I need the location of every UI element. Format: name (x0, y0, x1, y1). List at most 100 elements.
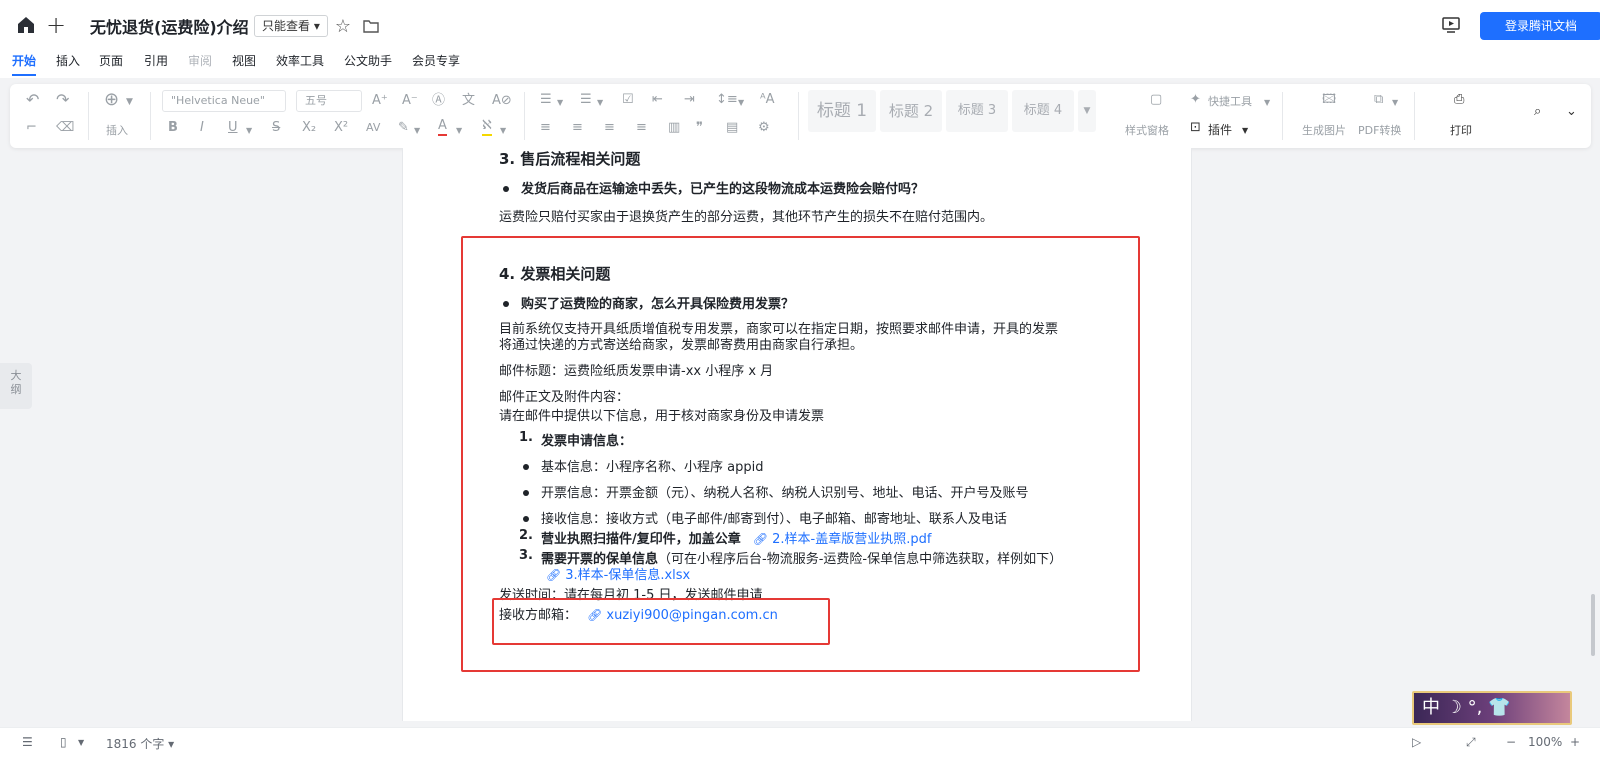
section-4-question: 购买了运费险的商家，怎么开具保险费用发票？ (521, 297, 795, 312)
pdf-convert-icon[interactable]: ⧉ (1374, 92, 1383, 108)
undo-icon[interactable]: ↶ (26, 92, 39, 108)
scrollbar-thumb[interactable] (1591, 594, 1595, 656)
ime-status-badge[interactable]: 中 ☽ °, 👕 (1412, 691, 1572, 725)
zoom-out-icon[interactable]: − (1506, 735, 1516, 749)
chevron-down-icon[interactable]: ▼ (126, 94, 133, 110)
decrease-font-icon[interactable]: A⁻ (402, 93, 418, 109)
business-license-link[interactable]: 2.样本-盖章版营业执照.pdf (772, 532, 931, 547)
quick-tools-icon[interactable]: ✦ (1190, 92, 1201, 108)
word-count[interactable]: 1816 个字 ▾ (106, 735, 174, 752)
phonetic-icon[interactable]: 文 (462, 93, 475, 109)
page-view-icon[interactable]: ▯ (60, 735, 67, 749)
bold-icon[interactable]: B (168, 120, 178, 136)
font-size-select[interactable]: 五号 (296, 90, 362, 112)
heading-4-style[interactable]: 标题 4 (1012, 90, 1074, 132)
heading-3-style[interactable]: 标题 3 (946, 90, 1008, 132)
tab-view[interactable]: 视图 (232, 52, 256, 69)
plugin-label[interactable]: 插件 (1208, 121, 1232, 138)
circled-char-icon[interactable]: Ⓐ (432, 93, 445, 109)
align-left-icon[interactable]: ≡ (540, 120, 551, 136)
heading-2-style[interactable]: 标题 2 (880, 90, 942, 132)
paragraph-border-icon[interactable]: ▤ (726, 120, 738, 136)
chevron-down-icon[interactable]: ▼ (500, 123, 506, 139)
fullscreen-icon[interactable]: ⤢ (1466, 735, 1476, 750)
collapse-toolbar-icon[interactable]: ⌄ (1566, 104, 1577, 120)
char-spacing-icon[interactable]: AV (366, 120, 380, 136)
login-button[interactable]: 登录腾讯文档 (1480, 12, 1600, 40)
chevron-down-icon[interactable]: ▼ (78, 738, 84, 747)
chevron-down-icon[interactable]: ▼ (414, 123, 420, 139)
format-painter-icon[interactable]: ⌐ (26, 120, 37, 136)
home-icon[interactable] (15, 14, 37, 36)
font-color-icon[interactable]: A (438, 118, 447, 136)
play-icon[interactable]: ▷ (1412, 735, 1421, 749)
chevron-down-icon[interactable]: ▼ (1264, 95, 1270, 111)
generate-image-icon[interactable]: 🖾 (1322, 92, 1336, 108)
quote-icon[interactable]: ❞ (696, 120, 703, 136)
tab-member-exclusive[interactable]: 会员专享 (412, 52, 460, 69)
policy-sample-link[interactable]: 3.样本-保单信息.xlsx (565, 568, 690, 583)
tab-insert[interactable]: 插入 (56, 52, 80, 69)
outdent-icon[interactable]: ⇤ (652, 92, 663, 108)
outline-toggle-icon[interactable]: ☰ (22, 735, 33, 749)
print-label[interactable]: 打印 (1450, 122, 1472, 138)
folder-icon[interactable] (360, 15, 382, 37)
print-icon[interactable]: ⎙ (1454, 92, 1464, 108)
highlight-pen-icon[interactable]: ✎ (398, 120, 409, 136)
subscript-icon[interactable]: X₂ (302, 120, 316, 136)
zoom-in-icon[interactable]: + (1570, 735, 1580, 749)
eraser-icon[interactable]: ⌫ (56, 120, 74, 136)
chevron-down-icon[interactable]: ▼ (1392, 95, 1398, 111)
tab-review[interactable]: 审阅 (188, 52, 212, 69)
quick-tools-label[interactable]: 快捷工具 (1208, 93, 1252, 109)
strikethrough-icon[interactable]: S (272, 120, 280, 136)
insert-plus-icon[interactable]: ⊕ (104, 91, 119, 109)
generate-image-label[interactable]: 生成图片 (1302, 122, 1346, 138)
align-right-icon[interactable]: ≡ (604, 120, 615, 136)
checklist-icon[interactable]: ☑ (622, 92, 634, 108)
clear-format-icon[interactable]: A⊘ (492, 93, 512, 109)
chevron-down-icon[interactable]: ▼ (246, 123, 252, 139)
outline-tab[interactable]: 大纲 (0, 363, 32, 409)
plugin-icon[interactable]: ⊡ (1190, 120, 1201, 136)
chevron-down-icon[interactable]: ▼ (557, 95, 563, 111)
present-icon[interactable] (1440, 14, 1462, 36)
chevron-down-icon[interactable]: ▼ (738, 95, 744, 111)
indent-icon[interactable]: ⇥ (684, 92, 695, 108)
tab-efficiency-tools[interactable]: 效率工具 (276, 52, 324, 69)
style-pane-label[interactable]: 样式窗格 (1125, 122, 1169, 138)
star-icon[interactable]: ☆ (332, 15, 354, 37)
tab-official-doc-assistant[interactable]: 公文助手 (344, 52, 392, 69)
numbered-list-icon[interactable]: ☰ (580, 92, 592, 108)
font-family-select[interactable]: "Helvetica Neue" (162, 90, 286, 112)
chevron-down-icon[interactable]: ▼ (597, 95, 603, 111)
insert-label[interactable]: 插入 (106, 122, 128, 138)
align-center-icon[interactable]: ≡ (572, 120, 583, 136)
new-doc-icon[interactable]: + (45, 11, 67, 39)
text-case-icon[interactable]: ᴬA (760, 92, 775, 108)
bullet-list-icon[interactable]: ☰ (540, 92, 552, 108)
chevron-down-icon[interactable]: ▼ (1242, 123, 1248, 139)
tab-page[interactable]: 页面 (99, 52, 123, 69)
view-mode-dropdown[interactable]: 只能查看 ▾ (254, 15, 328, 37)
heading-more-dropdown[interactable]: ▼ (1078, 90, 1096, 132)
style-pane-icon[interactable]: ▢ (1150, 92, 1162, 108)
tab-reference[interactable]: 引用 (144, 52, 168, 69)
distributed-align-icon[interactable]: ▥ (668, 120, 680, 136)
doc-title: 无忧退货(运费险)介绍 (90, 18, 249, 37)
zoom-level[interactable]: 100% (1528, 735, 1562, 749)
line-spacing-icon[interactable]: ↕≡ (716, 92, 738, 108)
pdf-convert-label[interactable]: PDF转换 (1358, 122, 1401, 138)
heading-1-style[interactable]: 标题 1 (808, 90, 876, 132)
increase-font-icon[interactable]: A⁺ (372, 93, 388, 109)
search-icon[interactable]: ⌕ (1534, 104, 1541, 120)
paragraph-settings-icon[interactable]: ⚙ (758, 120, 770, 136)
superscript-icon[interactable]: X² (334, 120, 348, 136)
redo-icon[interactable]: ↷ (56, 92, 69, 108)
highlight-color-icon[interactable]: ℵ (482, 118, 492, 136)
italic-icon[interactable]: I (200, 120, 204, 136)
underline-icon[interactable]: U (228, 120, 238, 136)
justify-icon[interactable]: ≡ (636, 120, 647, 136)
tab-start[interactable]: 开始 (12, 52, 37, 76)
chevron-down-icon[interactable]: ▼ (456, 123, 462, 139)
